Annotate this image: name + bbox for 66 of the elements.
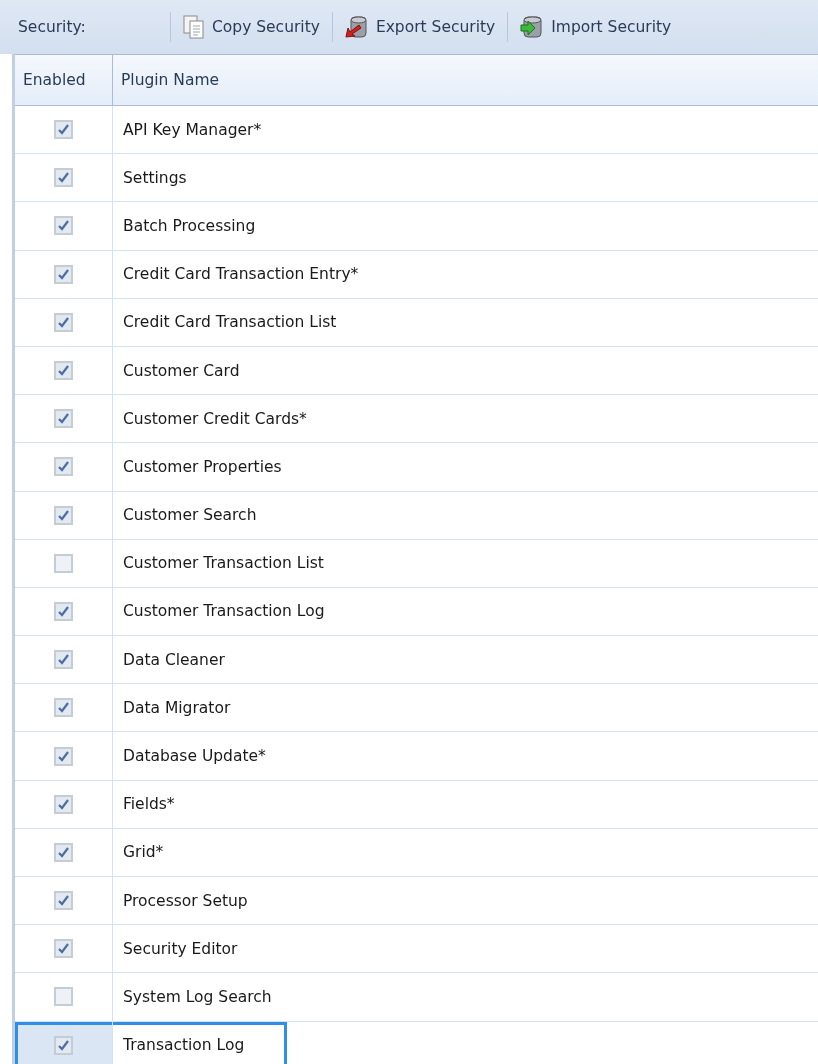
toolbar-label: Security: bbox=[18, 18, 87, 36]
checkmark-icon bbox=[57, 894, 70, 908]
checkbox[interactable] bbox=[54, 746, 73, 766]
checkmark-icon bbox=[57, 364, 70, 378]
export-security-button[interactable]: Export Security bbox=[338, 13, 502, 41]
column-header[interactable]: Enabled bbox=[15, 55, 113, 105]
checkmark-icon bbox=[57, 797, 70, 811]
checkbox[interactable] bbox=[54, 842, 73, 862]
documents-icon bbox=[183, 15, 205, 39]
plugin-name: Customer Card bbox=[123, 361, 240, 380]
checkmark-icon bbox=[57, 1038, 70, 1052]
plugin-name: Customer Transaction List bbox=[123, 554, 324, 573]
checkbox[interactable] bbox=[54, 168, 73, 188]
plugin-name: Credit Card Transaction Entry* bbox=[123, 265, 359, 284]
checkmark-icon bbox=[57, 219, 70, 233]
checkmark-icon bbox=[57, 412, 70, 426]
checkbox[interactable] bbox=[54, 120, 73, 140]
plugin-name: Data Cleaner bbox=[123, 650, 225, 669]
plugin-name: Customer Transaction Log bbox=[123, 602, 325, 621]
checkmark-icon bbox=[57, 653, 70, 667]
checkbox[interactable] bbox=[54, 698, 73, 718]
checkbox[interactable] bbox=[54, 361, 73, 381]
checkmark-icon bbox=[57, 460, 70, 474]
checkmark-icon bbox=[57, 508, 70, 522]
plugin-name: Processor Setup bbox=[123, 891, 248, 910]
plugin-name: Security Editor bbox=[123, 939, 238, 958]
checkmark-icon bbox=[57, 604, 70, 618]
checkbox[interactable] bbox=[54, 216, 73, 236]
checkbox[interactable] bbox=[54, 312, 73, 332]
checkbox[interactable] bbox=[54, 939, 73, 959]
copy-security-button[interactable]: Copy Security bbox=[177, 13, 326, 41]
plugin-name: Settings bbox=[123, 168, 187, 187]
plugin-name: Fields* bbox=[123, 795, 175, 814]
checkbox[interactable] bbox=[54, 891, 73, 911]
database-arrow-icon bbox=[344, 15, 369, 39]
checkbox[interactable] bbox=[54, 457, 73, 477]
checkbox[interactable] bbox=[54, 505, 73, 525]
plugin-name: Customer Properties bbox=[123, 457, 282, 476]
checkbox[interactable] bbox=[54, 794, 73, 814]
checkmark-icon bbox=[57, 123, 70, 137]
checkbox[interactable] bbox=[54, 650, 73, 670]
checkmark-icon bbox=[57, 315, 70, 329]
checkmark-icon bbox=[57, 267, 70, 281]
plugin-name: Customer Credit Cards* bbox=[123, 409, 307, 428]
checkbox[interactable] bbox=[54, 601, 73, 621]
import-security-button[interactable]: Import Security bbox=[514, 13, 678, 41]
plugin-name: Database Update* bbox=[123, 747, 266, 766]
plugin-name: Customer Search bbox=[123, 506, 257, 525]
plugin-name: Data Migrator bbox=[123, 698, 231, 717]
plugin-name: Batch Processing bbox=[123, 216, 256, 235]
checkbox[interactable] bbox=[54, 1035, 73, 1055]
checkbox[interactable] bbox=[54, 553, 73, 573]
checkmark-icon bbox=[57, 749, 70, 763]
plugin-name: API Key Manager* bbox=[123, 120, 262, 139]
plugin-name: Credit Card Transaction List bbox=[123, 313, 337, 332]
checkmark-icon bbox=[57, 942, 70, 956]
checkbox[interactable] bbox=[54, 264, 73, 284]
checkmark-icon bbox=[57, 171, 70, 185]
column-header[interactable]: Plugin Name bbox=[113, 55, 818, 105]
checkbox[interactable] bbox=[54, 409, 73, 429]
plugin-name: Grid* bbox=[123, 843, 164, 862]
checkmark-icon bbox=[57, 845, 70, 859]
plugin-name: System Log Search bbox=[123, 987, 272, 1006]
checkbox[interactable] bbox=[54, 987, 73, 1007]
plugin-name: Transaction Log bbox=[123, 1036, 245, 1055]
checkmark-icon bbox=[57, 701, 70, 715]
